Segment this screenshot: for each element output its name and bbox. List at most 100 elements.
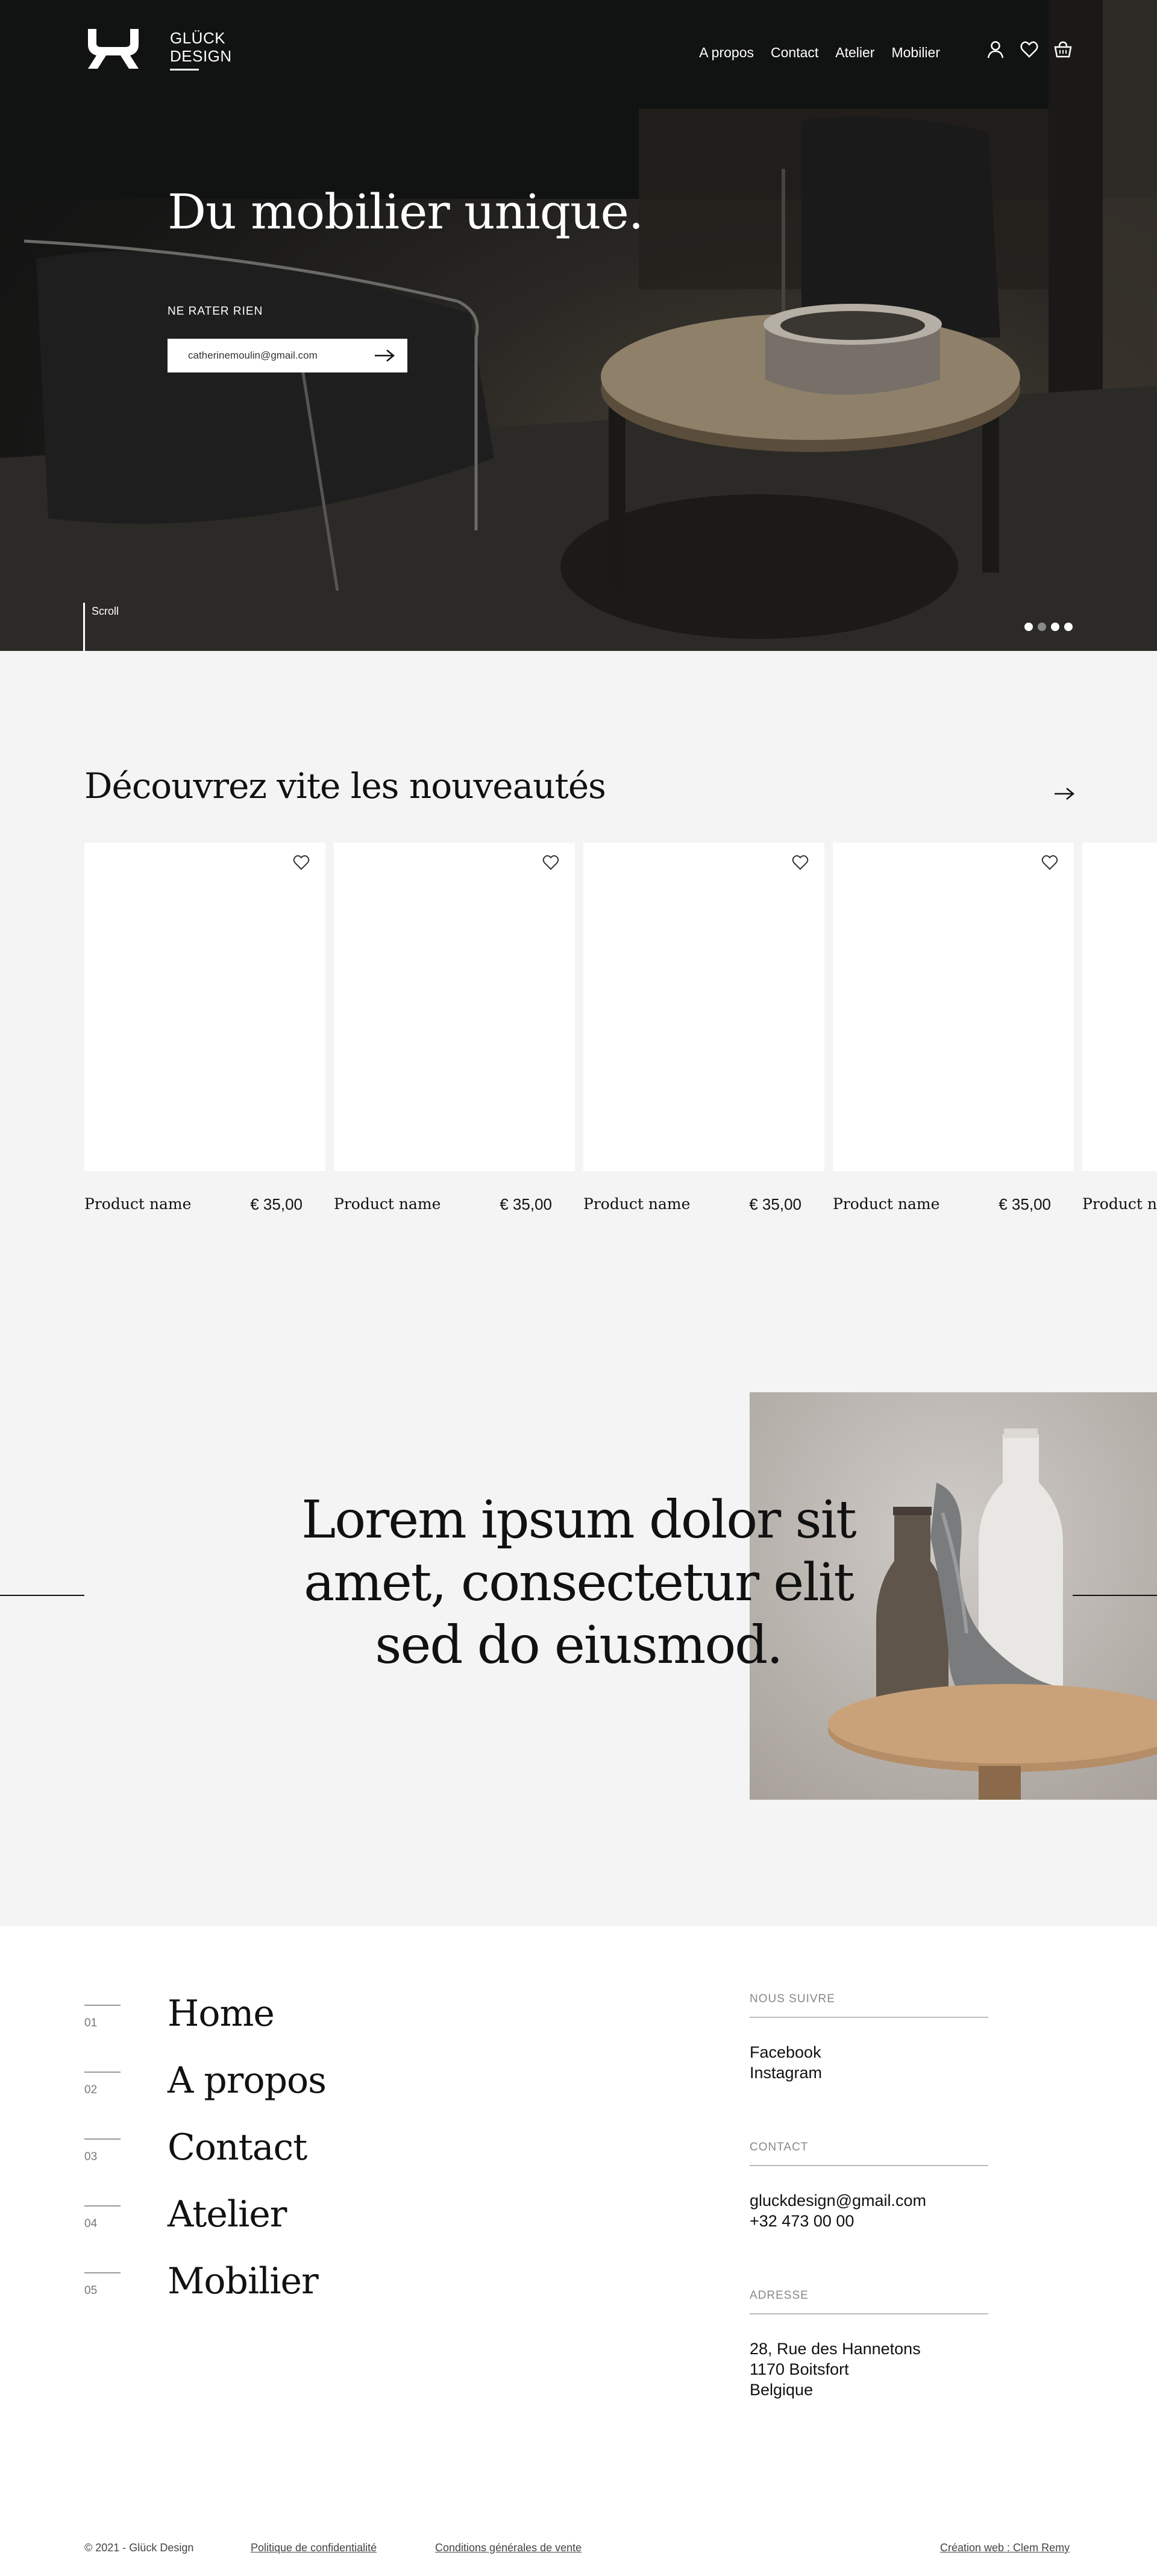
footer-menu-number: 01	[84, 2005, 121, 2030]
follow-heading: NOUS SUIVRE	[750, 1993, 988, 2018]
contact-phone-link[interactable]: +32 473 00 00	[750, 2211, 988, 2231]
product-image[interactable]	[833, 843, 1074, 1171]
user-icon[interactable]	[986, 40, 1005, 59]
site-footer: 01 Home 02 A propos 03 Contact 04 Atelier 05 Mobi…	[0, 1926, 1157, 2576]
brand-line1: GLÜCK	[170, 28, 226, 47]
product-meta: Product name € 35,00	[84, 1195, 325, 1214]
product-price: € 35,00	[500, 1195, 552, 1213]
product-image[interactable]	[583, 843, 824, 1171]
credit-link[interactable]: Création web : Clem Remy	[940, 2542, 1070, 2554]
newsletter-email-input[interactable]	[188, 350, 374, 362]
address-line: 28, Rue des Hannetons	[750, 2340, 921, 2358]
decorative-line-left	[0, 1595, 84, 1596]
terms-link[interactable]: Conditions générales de vente	[435, 2542, 582, 2554]
address-lines: 28, Rue des Hannetons 1170 Boitsfort Bel…	[750, 2339, 988, 2400]
scroll-label[interactable]: Scroll	[92, 605, 119, 618]
footer-menu-link[interactable]: A propos	[168, 2059, 327, 2102]
new-arrivals-title: Découvrez vite les nouveautés	[84, 765, 606, 806]
newsletter-label: NE RATER RIEN	[168, 305, 263, 318]
footer-menu-link[interactable]: Mobilier	[168, 2260, 319, 2302]
copyright-text: © 2021 - Glück Design	[84, 2542, 194, 2554]
slider-dot[interactable]	[1038, 623, 1046, 631]
product-card[interactable]: Product name € 35,00	[84, 843, 325, 1214]
product-name[interactable]: Product name	[833, 1195, 939, 1214]
wishlist-heart-icon[interactable]	[792, 855, 809, 870]
footer-menu-number: 04	[84, 2205, 121, 2231]
brand-underline	[170, 68, 199, 71]
see-more-arrow-icon[interactable]	[1053, 786, 1075, 802]
privacy-link[interactable]: Politique de confidentialité	[251, 2542, 377, 2554]
basket-icon[interactable]	[1053, 40, 1073, 59]
product-name[interactable]: Product name	[334, 1195, 441, 1214]
product-price: € 35,00	[999, 1195, 1051, 1213]
product-card[interactable]: Product name € 35,00	[833, 843, 1074, 1214]
footer-menu-item: 03 Contact	[84, 2126, 386, 2175]
product-name[interactable]: Product name	[84, 1195, 191, 1214]
product-image[interactable]	[84, 843, 325, 1171]
address-line: Belgique	[750, 2381, 814, 2399]
address-heading: ADRESSE	[750, 2289, 988, 2314]
footer-menu-item: 04 Atelier	[84, 2193, 386, 2241]
product-image[interactable]	[1082, 843, 1157, 1171]
address-column: ADRESSE 28, Rue des Hannetons 1170 Boits…	[750, 2289, 988, 2400]
product-name[interactable]: Product name	[583, 1195, 690, 1214]
slider-dot[interactable]	[1051, 623, 1059, 631]
hero-section: GLÜCK DESIGN A propos Contact Atelier Mo…	[0, 0, 1157, 651]
follow-column: NOUS SUIVRE Facebook Instagram	[750, 1993, 988, 2083]
product-meta: Product name€ 35,00	[1082, 1195, 1157, 1214]
product-meta: Product name € 35,00	[833, 1195, 1074, 1214]
nav-link-contact[interactable]: Contact	[771, 45, 818, 61]
heart-icon[interactable]	[1020, 40, 1039, 59]
wishlist-heart-icon[interactable]	[1041, 855, 1058, 870]
wishlist-heart-icon[interactable]	[293, 855, 310, 870]
nav-link-atelier[interactable]: Atelier	[835, 45, 874, 61]
product-card[interactable]: Product name € 35,00	[334, 843, 575, 1214]
footer-menu-item: 05 Mobilier	[84, 2260, 386, 2308]
slider-dot[interactable]	[1024, 623, 1033, 631]
product-meta: Product name € 35,00	[334, 1195, 575, 1214]
instagram-link[interactable]: Instagram	[750, 2062, 988, 2083]
brand-wordmark: GLÜCK DESIGN	[170, 29, 232, 71]
brand-line2: DESIGN	[170, 46, 232, 65]
product-price: € 35,00	[749, 1195, 801, 1213]
header-icons	[986, 40, 1073, 59]
footer-menu-link[interactable]: Contact	[168, 2126, 307, 2169]
hero-furniture-photo	[0, 0, 1157, 651]
product-meta: Product name € 35,00	[583, 1195, 824, 1214]
product-card[interactable]: Product name € 35,00	[583, 843, 824, 1214]
follow-links: Facebook Instagram	[750, 2042, 988, 2083]
decorative-line-right	[1073, 1595, 1157, 1596]
brand-logo[interactable]: GLÜCK DESIGN	[84, 27, 232, 72]
footer-menu-link[interactable]: Atelier	[168, 2193, 287, 2235]
contact-email-link[interactable]: gluckdesign@gmail.com	[750, 2190, 988, 2211]
product-name[interactable]: Product name	[1082, 1195, 1157, 1214]
footer-menu-item: 02 A propos	[84, 2059, 386, 2108]
contact-details: gluckdesign@gmail.com +32 473 00 00	[750, 2190, 988, 2231]
footer-menu-link[interactable]: Home	[168, 1993, 275, 2035]
slider-dots	[1024, 623, 1073, 631]
footer-menu-number: 05	[84, 2272, 121, 2298]
facebook-link[interactable]: Facebook	[750, 2042, 988, 2062]
arrow-right-icon	[375, 350, 395, 362]
wishlist-heart-icon[interactable]	[542, 855, 559, 870]
contact-heading: CONTACT	[750, 2141, 988, 2166]
hero-title: Du mobilier unique.	[168, 184, 644, 240]
footer-menu-number: 02	[84, 2072, 121, 2097]
footer-menu-item: 01 Home	[84, 1993, 386, 2041]
product-image[interactable]	[334, 843, 575, 1171]
contact-column: CONTACT gluckdesign@gmail.com +32 473 00…	[750, 2141, 988, 2231]
nav-link-mobilier[interactable]: Mobilier	[891, 45, 940, 61]
scroll-indicator-line	[83, 603, 85, 651]
footer-menu-number: 03	[84, 2138, 121, 2164]
newsletter-submit-button[interactable]	[374, 348, 395, 363]
slider-dot[interactable]	[1064, 623, 1073, 631]
feature-quote: Lorem ipsum dolor sit amet, consectetur …	[301, 1490, 857, 1676]
newsletter-form	[168, 339, 407, 372]
address-line: 1170 Boitsfort	[750, 2360, 849, 2378]
product-carousel: Product name € 35,00 Product name € 35,00 Pr…	[84, 843, 1157, 1228]
product-price: € 35,00	[250, 1195, 303, 1213]
main-nav: A propos Contact Atelier Mobilier	[699, 45, 940, 61]
product-card[interactable]: Product name€ 35,00	[1082, 843, 1157, 1214]
nav-link-apropos[interactable]: A propos	[699, 45, 754, 61]
logo-mark-icon	[88, 29, 139, 69]
